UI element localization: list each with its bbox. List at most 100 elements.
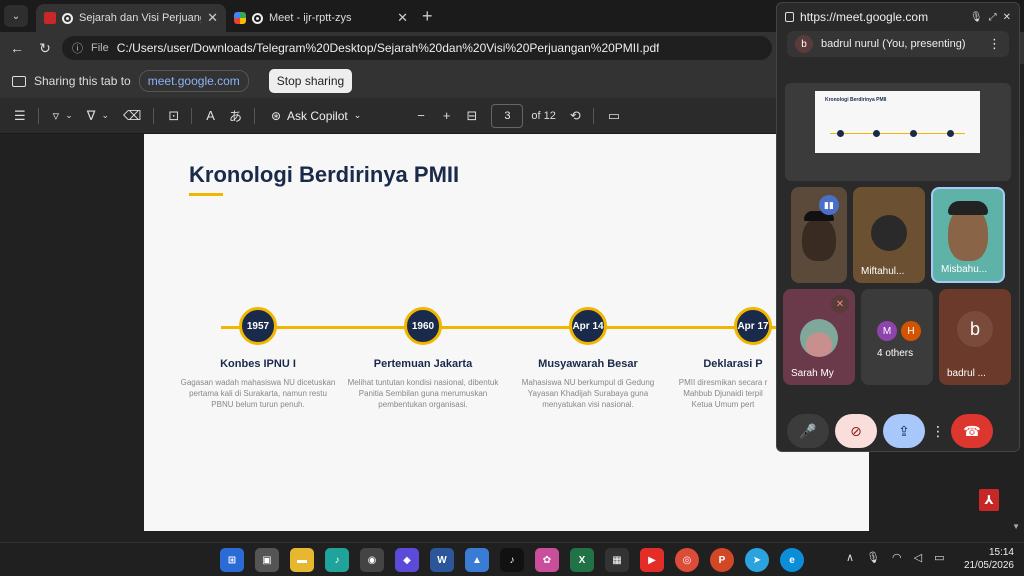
video-feed	[871, 215, 907, 251]
wifi-icon[interactable]: ◠	[892, 551, 902, 564]
url-field[interactable]: ⓘ File C:/Users/user/Downloads/Telegram%…	[62, 36, 772, 60]
present-button[interactable]: ⇪	[883, 414, 925, 448]
volume-icon[interactable]: ◁	[914, 551, 922, 564]
tab-search-button[interactable]: ⌄	[4, 5, 28, 27]
preview-dot	[910, 130, 917, 137]
mic-toggle-button[interactable]: 🎤	[787, 414, 829, 448]
draw-icon[interactable]: ∇	[87, 108, 96, 124]
chevron-down-icon[interactable]: ⌄	[65, 110, 73, 121]
highlight-icon[interactable]: ▿	[53, 108, 60, 124]
pdf-page: Kronologi Berdirinya PMII 1957 Konbes IP…	[144, 134, 869, 531]
call-controls: 🎤 ⊘ ⇪ ⋮ ☎	[777, 411, 1019, 451]
hang-up-icon: ☎	[963, 422, 981, 439]
preview-slide-title: Kronologi Berdirinya PMII	[825, 97, 887, 103]
fit-page-icon[interactable]: ⊟	[466, 108, 477, 124]
more-options-button[interactable]: ⋮	[931, 414, 945, 448]
url-text: C:/Users/user/Downloads/Telegram%20Deskt…	[116, 41, 660, 55]
end-call-button[interactable]: ☎	[951, 414, 993, 448]
rotate-icon[interactable]: ⟲	[570, 108, 581, 124]
youtube-icon[interactable]: ▶	[640, 548, 664, 572]
taskbar: ⊞ ▣ ▬ ♪ ◉ ◆ W ▲ ♪ ✿ X ▦ ▶ ◎ P ➤ e ∧ 🎙 ◠ …	[0, 542, 1024, 576]
mic-off-icon: ✕	[831, 295, 849, 313]
task-view-icon[interactable]: ▣	[255, 548, 279, 572]
milestone-title: Konbes IPNU I	[220, 358, 296, 370]
telegram-icon[interactable]: ➤	[745, 548, 769, 572]
close-icon[interactable]: ✕	[1003, 12, 1011, 23]
back-arrow-icon[interactable]: ←	[6, 40, 28, 56]
chevron-down-icon[interactable]: ⌄	[101, 110, 109, 121]
clock-time: 15:14	[988, 547, 1014, 558]
tab-pdf[interactable]: Sejarah dan Visi Perjuangan PMII.pdf ✕	[36, 4, 226, 32]
read-aloud-icon[interactable]: A	[206, 108, 215, 123]
system-tray: ∧ 🎙 ◠ ◁ ▭	[846, 551, 945, 564]
back-to-tab-icon[interactable]: ⤢	[989, 12, 997, 23]
divider	[592, 107, 594, 124]
battery-icon[interactable]: ▭	[934, 551, 944, 564]
zoom-out-icon[interactable]: −	[417, 108, 425, 123]
participant-tile[interactable]: b badrul ...	[939, 289, 1011, 385]
windows-start-icon[interactable]: ⊞	[220, 548, 244, 572]
page-view-icon[interactable]: ▭	[608, 108, 620, 124]
edge-icon[interactable]: e	[780, 548, 804, 572]
sharing-target-link[interactable]: meet.google.com	[138, 70, 249, 92]
participant-tile[interactable]: Misbahu...	[931, 187, 1005, 283]
tiktok-studio-icon[interactable]: ♪	[325, 548, 349, 572]
meet-header: https://meet.google.com 🎙 ⤢ ✕	[777, 3, 1019, 31]
text-box-icon[interactable]: ⊡	[168, 108, 179, 124]
chevron-down-icon: ⌄	[353, 110, 362, 120]
page-number-input[interactable]: 3	[491, 103, 524, 128]
camera-toggle-button[interactable]: ⊘	[835, 414, 877, 448]
excel-icon[interactable]: X	[570, 548, 594, 572]
powerpoint-icon[interactable]: P	[710, 548, 734, 572]
mic-icon[interactable]: 🎙	[970, 12, 983, 23]
screen-share-icon	[12, 75, 26, 87]
participant-tile[interactable]: ✕ Sarah My	[783, 289, 855, 385]
taskbar-apps: ⊞ ▣ ▬ ♪ ◉ ◆ W ▲ ♪ ✿ X ▦ ▶ ◎ P ➤ e	[220, 548, 804, 572]
mic-icon[interactable]: 🎙	[866, 551, 880, 564]
participant-name: Miftahul...	[861, 266, 905, 277]
eraser-icon[interactable]: ⌫	[123, 108, 141, 124]
participant-tile[interactable]: ▮▮	[791, 187, 847, 283]
present-screen-icon: ⇪	[898, 422, 910, 439]
translate-icon[interactable]: あ	[229, 106, 242, 125]
contents-list-icon[interactable]: ☰	[14, 108, 26, 124]
stop-sharing-button[interactable]: Stop sharing	[268, 69, 353, 93]
meet-pip-window: https://meet.google.com 🎙 ⤢ ✕ b badrul n…	[776, 2, 1020, 452]
milestone-title: Deklarasi P	[703, 358, 763, 370]
preview-timeline	[830, 133, 965, 134]
photos-icon[interactable]: ▲	[465, 548, 489, 572]
milestone-desc: Mahasiswa NU berkumpul di Gedung Yayasan…	[521, 378, 655, 409]
milestone-marker: Apr 17	[734, 307, 772, 345]
participant-tile[interactable]: Miftahul...	[853, 187, 925, 283]
close-tab-icon[interactable]: ✕	[207, 10, 218, 26]
tiktok-icon[interactable]: ♪	[500, 548, 524, 572]
presentation-preview[interactable]: Kronologi Berdirinya PMII	[785, 83, 1011, 181]
close-tab-icon[interactable]: ✕	[397, 10, 408, 26]
others-tile[interactable]: M H 4 others	[861, 289, 933, 385]
chrome-icon[interactable]: ◎	[675, 548, 699, 572]
word-icon[interactable]: W	[430, 548, 454, 572]
new-tab-icon[interactable]: +	[422, 6, 433, 27]
avatar: M	[877, 321, 897, 341]
tab-title: Sejarah dan Visi Perjuangan PMII.pdf	[79, 12, 201, 24]
slide-title: Kronologi Berdirinya PMII	[189, 162, 460, 187]
milestone-desc: Melihat tuntutan kondisi nasional, diben…	[347, 378, 499, 409]
tab-meet[interactable]: Meet - ijr-rptt-zys ✕	[226, 4, 416, 32]
more-options-icon[interactable]: ⋮	[988, 36, 1001, 52]
zoom-in-icon[interactable]: +	[443, 108, 451, 123]
site-info-icon[interactable]	[785, 12, 794, 22]
more-options-icon: ⋮	[931, 422, 945, 439]
app-icon[interactable]: ◆	[395, 548, 419, 572]
avatar: b	[957, 311, 993, 347]
clock[interactable]: 15:14 21/05/2026	[958, 546, 1014, 572]
camera-icon[interactable]: ◉	[360, 548, 384, 572]
ask-copilot-button[interactable]: ⊛ Ask Copilot ⌄	[271, 109, 361, 123]
show-hidden-icons-icon[interactable]: ∧	[846, 551, 854, 564]
clipchamp-icon[interactable]: ▦	[605, 548, 629, 572]
refresh-icon[interactable]: ↻	[34, 40, 56, 57]
sharing-infobar: Sharing this tab to meet.google.com Stop…	[0, 64, 776, 98]
paint-icon[interactable]: ✿	[535, 548, 559, 572]
scroll-down-icon[interactable]: ▼	[1012, 522, 1020, 531]
file-explorer-icon[interactable]: ▬	[290, 548, 314, 572]
divider	[37, 107, 39, 124]
